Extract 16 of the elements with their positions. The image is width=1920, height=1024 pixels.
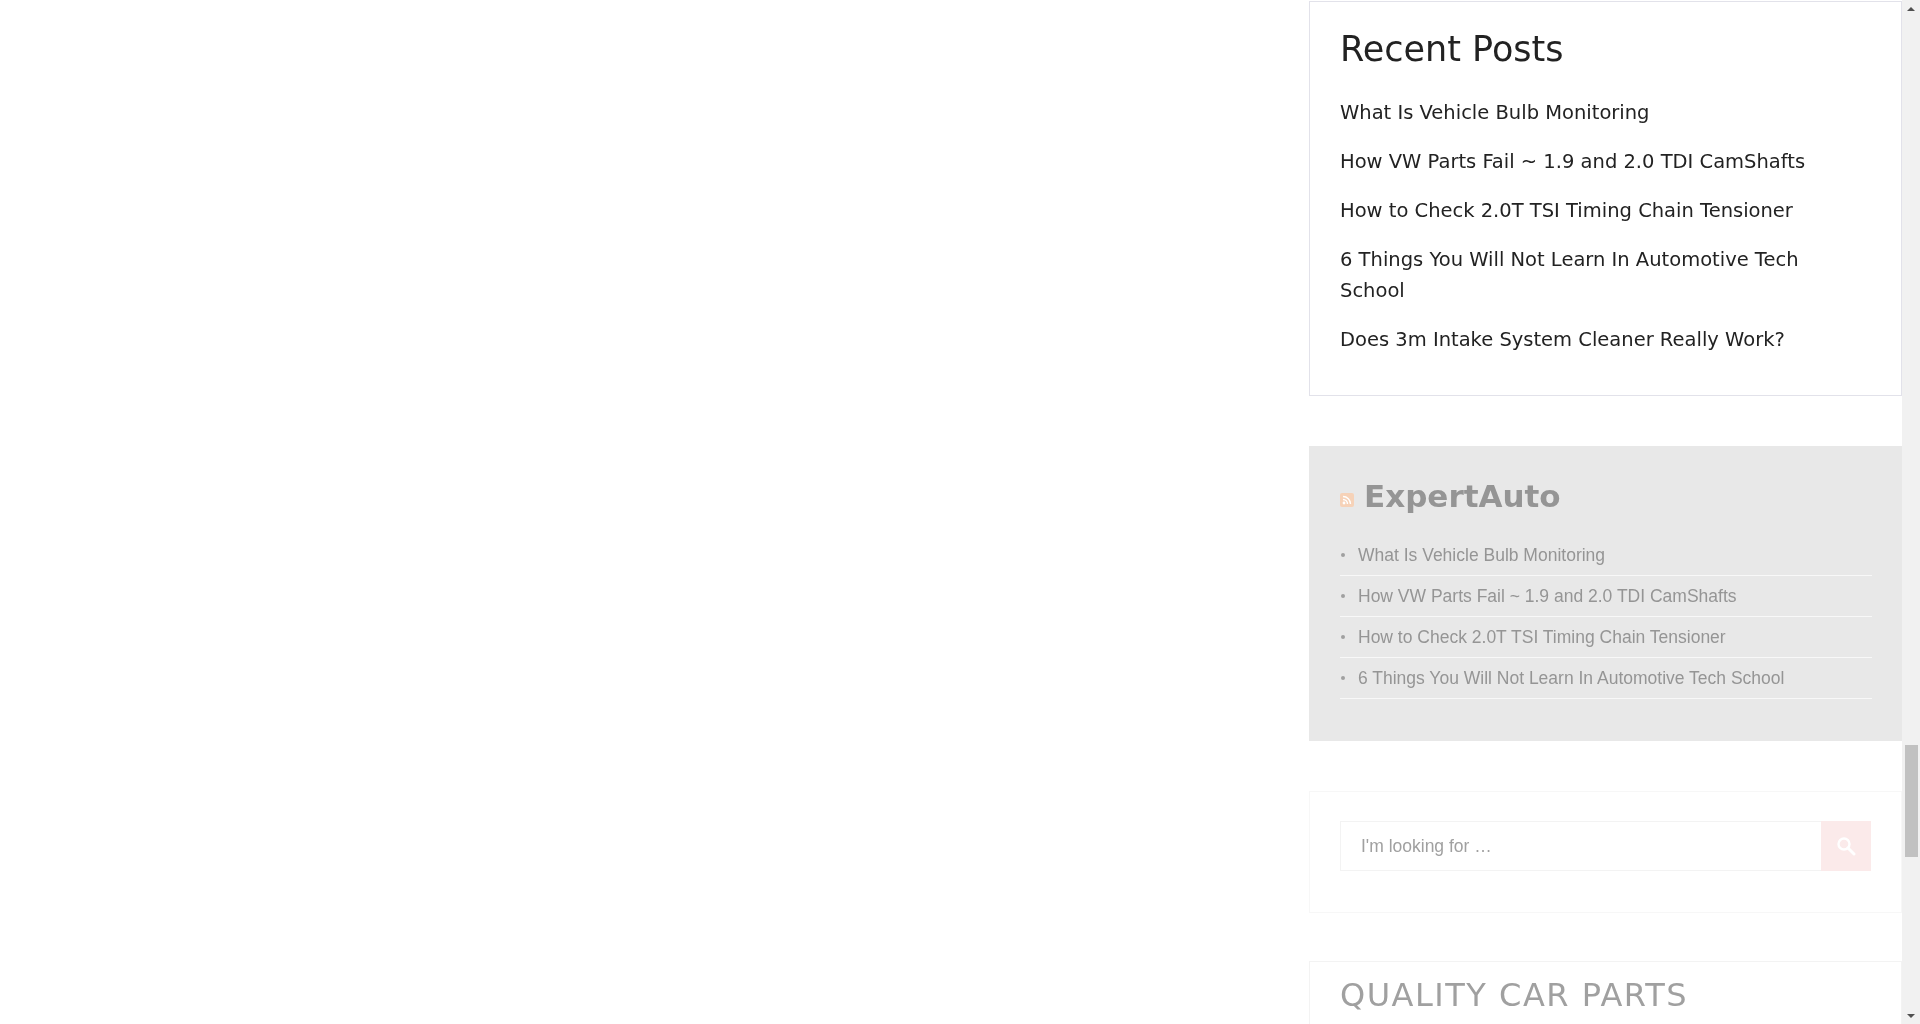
bullet-icon <box>1341 553 1345 557</box>
post-link[interactable]: How VW Parts Fail ~ 1.9 and 2.0 TDI CamShafts <box>1340 146 1806 177</box>
rss-icon[interactable] <box>1340 493 1354 507</box>
bullet-icon <box>1341 594 1345 598</box>
widget-title: QUALITY CAR PARTS <box>1340 978 1690 1012</box>
post-link[interactable]: 6 Things You Will Not Learn In Automotive Tech School <box>1340 244 1856 306</box>
post-link[interactable]: Does 3m Intake System Cleaner Really Work? <box>1340 324 1785 355</box>
bullet-icon <box>1341 676 1345 680</box>
scrollbar-thumb[interactable] <box>1905 745 1918 857</box>
scroll-up-arrow-icon[interactable] <box>1907 6 1915 11</box>
search-field[interactable]: I'm looking for … <box>1340 821 1821 871</box>
widget-title: Recent Posts <box>1340 28 1565 70</box>
bullet-icon <box>1341 635 1345 639</box>
post-link[interactable]: How to Check 2.0T TSI Timing Chain Tensioner <box>1340 195 1793 226</box>
scroll-down-arrow-icon[interactable] <box>1907 1013 1915 1018</box>
post-link[interactable]: What Is Vehicle Bulb Monitoring <box>1340 97 1650 128</box>
